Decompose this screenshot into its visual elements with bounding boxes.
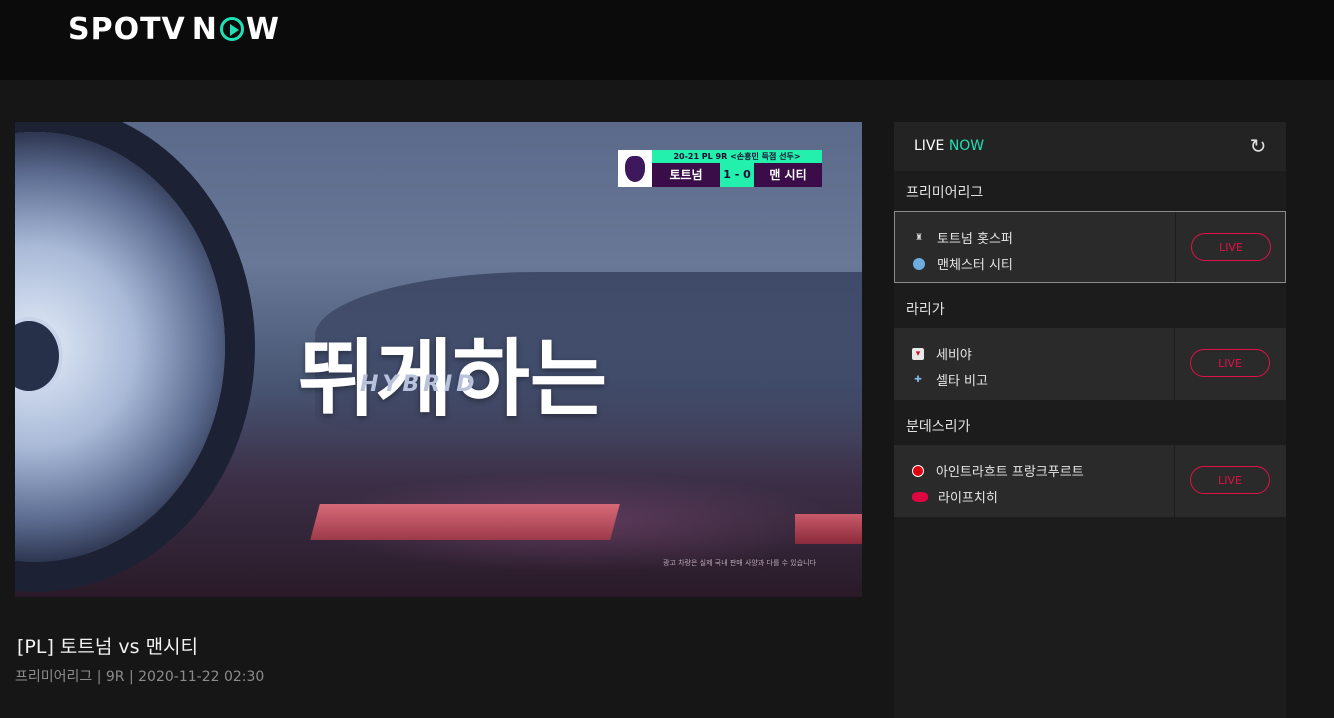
video-meta: 프리미어리그 | 9R | 2020-11-22 02:30 bbox=[15, 669, 265, 685]
match-home-team: 아인트라흐트 프랑크푸르트 bbox=[912, 461, 1084, 480]
scoreboard-result: 1 - 0 bbox=[720, 163, 754, 187]
scoreboard-overlay: 20-21 PL 9R <손흥민 득점 선두> 토트넘 1 - 0 맨 시티 bbox=[618, 150, 822, 187]
match-home-team: ▾ 세비야 bbox=[912, 344, 972, 363]
play-circle-icon bbox=[219, 17, 244, 41]
car-light-strip bbox=[310, 504, 620, 540]
sevilla-crest-icon: ▾ bbox=[912, 347, 924, 360]
match-away-team: 맨체스터 시티 bbox=[913, 254, 1013, 273]
match-row[interactable]: ♜ 토트넘 홋스퍼 맨체스터 시티 LIVE bbox=[894, 211, 1286, 283]
man-city-crest-icon bbox=[913, 257, 925, 270]
top-bar: SPOTV N W bbox=[0, 0, 1334, 80]
league-header-bundesliga: 분데스리가 bbox=[894, 405, 1286, 445]
video-brand-mark: HYBRID bbox=[360, 372, 479, 397]
logo-text-now: N W bbox=[191, 11, 280, 47]
video-disclaimer: 광고 차량은 실제 국내 판매 사양과 다를 수 있습니다 bbox=[663, 559, 817, 567]
live-button[interactable]: LIVE bbox=[1190, 349, 1270, 377]
match-row[interactable]: ▾ 세비야 ✚ 셀타 비고 LIVE bbox=[894, 328, 1286, 400]
match-home-team: ♜ 토트넘 홋스퍼 bbox=[914, 232, 1013, 247]
live-button[interactable]: LIVE bbox=[1191, 233, 1271, 261]
car-light-strip-right bbox=[795, 514, 862, 544]
logo-text-spotv: SPOTV bbox=[68, 11, 186, 47]
live-now-header: LIVE NOW ↻ bbox=[894, 122, 1286, 171]
frankfurt-crest-icon bbox=[912, 464, 924, 477]
live-now-panel: LIVE NOW ↻ 프리미어리그 ♜ 토트넘 홋스퍼 맨체스터 시티 LIVE… bbox=[894, 122, 1286, 718]
tottenham-crest-icon: ♜ bbox=[914, 232, 924, 243]
live-button[interactable]: LIVE bbox=[1190, 466, 1270, 494]
match-row[interactable]: 아인트라흐트 프랑크푸르트 라이프치히 LIVE bbox=[894, 445, 1286, 517]
spotv-now-logo[interactable]: SPOTV N W bbox=[68, 11, 280, 47]
league-header-la-liga: 라리가 bbox=[894, 288, 1286, 328]
celta-vigo-crest-icon: ✚ bbox=[914, 374, 922, 385]
scoreboard-match-info: 20-21 PL 9R <손흥민 득점 선두> bbox=[652, 150, 822, 163]
leipzig-crest-icon bbox=[912, 491, 928, 502]
video-player[interactable]: 뛰게하는 HYBRID 광고 차량은 실제 국내 판매 사양과 다를 수 있습니… bbox=[15, 122, 862, 597]
premier-league-logo-icon bbox=[618, 150, 652, 187]
league-header-premier-league: 프리미어리그 bbox=[894, 171, 1286, 211]
refresh-icon[interactable]: ↻ bbox=[1248, 136, 1268, 156]
match-away-team: ✚ 셀타 비고 bbox=[912, 370, 988, 389]
scoreboard-home-team: 토트넘 bbox=[652, 163, 720, 187]
scoreboard-away-team: 맨 시티 bbox=[754, 163, 822, 187]
live-now-title: LIVE NOW bbox=[914, 138, 985, 154]
video-title: [PL] 토트넘 vs 맨시티 bbox=[17, 636, 199, 658]
match-away-team: 라이프치히 bbox=[912, 487, 998, 506]
